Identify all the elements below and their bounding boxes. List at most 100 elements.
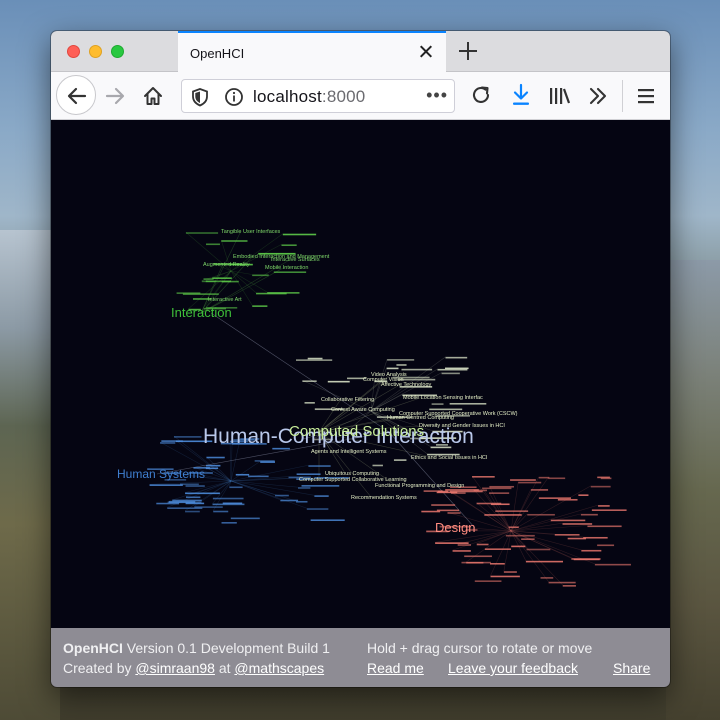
cluster-mark-human-systems — [235, 473, 250, 476]
graph-small-label[interactable]: Human Centred Computing — [387, 415, 454, 421]
graph-small-label[interactable]: Recommendation Systems — [351, 495, 417, 501]
graph-small-label[interactable]: Mobile Interaction — [265, 265, 308, 271]
cluster-mark-design — [511, 545, 526, 548]
forward-arrow-icon[interactable] — [104, 85, 126, 107]
browser-window: OpenHCI localhost:8000 ••• Video Analysi… — [51, 31, 670, 687]
cluster-mark-design — [473, 489, 488, 492]
cluster-mark-interaction — [252, 305, 268, 307]
cluster-mark-human-systems — [149, 484, 183, 486]
share-link[interactable]: Share — [613, 660, 650, 676]
graph-node-label[interactable]: Computed Solutions — [289, 423, 424, 440]
cluster-mark-human-systems — [280, 499, 299, 502]
library-icon[interactable] — [548, 85, 572, 107]
cluster-mark-interaction — [201, 280, 216, 283]
cluster-mark-design — [580, 513, 598, 516]
knowledge-graph[interactable]: Video AnalysisComputer VisionAffective T… — [51, 121, 670, 628]
graph-small-label[interactable]: Context Aware Computing — [331, 407, 395, 413]
home-icon[interactable] — [142, 85, 164, 107]
cluster-mark-design — [495, 510, 529, 512]
cluster-mark-human-systems — [306, 508, 329, 510]
graph-small-labels: Video AnalysisComputer VisionAffective T… — [147, 229, 631, 587]
download-icon[interactable] — [510, 83, 532, 107]
cluster-mark-design — [578, 494, 589, 496]
graph-small-label[interactable]: Functional Programming and Design — [375, 483, 464, 489]
shield-icon[interactable] — [191, 87, 209, 107]
menu-icon[interactable] — [636, 86, 656, 106]
reload-icon[interactable] — [470, 84, 492, 106]
page-actions-more-button[interactable]: ••• — [426, 85, 448, 106]
readme-link[interactable]: Read me — [367, 660, 424, 676]
cluster-mark-human-systems — [213, 510, 229, 513]
cluster-mark-design — [508, 526, 519, 529]
cluster-mark-human-systems — [221, 522, 237, 524]
graph-small-label[interactable]: Agents and Intelligent Systems — [311, 449, 387, 455]
cluster-mark-design — [562, 523, 593, 525]
cluster-mark-design — [464, 555, 492, 558]
graph-canvas[interactable]: Video Analysis Computer Vision Affective T… — [51, 121, 670, 628]
footer-bar: OpenHCI Version 0.1 Development Build 1 … — [51, 628, 670, 687]
graph-edge — [212, 480, 232, 511]
graph-edge — [210, 312, 390, 433]
address-bar[interactable]: localhost:8000 ••• — [181, 79, 455, 113]
graph-small-label[interactable]: Collaborative Filtering — [321, 397, 374, 403]
info-icon[interactable] — [224, 87, 244, 107]
cluster-mark-design — [526, 548, 551, 551]
cluster-mark-design — [518, 481, 542, 484]
cluster-mark-design — [490, 503, 510, 506]
window-close-button[interactable] — [67, 45, 80, 58]
graph-small-label[interactable]: Ethics and Social Issues in HCI — [411, 455, 488, 461]
back-button[interactable] — [56, 75, 96, 115]
graph-node-label[interactable]: Interaction — [171, 305, 232, 320]
cluster-mark-design — [548, 477, 566, 480]
cluster-mark-computed — [449, 402, 487, 405]
browser-tab[interactable]: OpenHCI — [178, 31, 446, 72]
cluster-mark-design — [510, 479, 536, 481]
new-tab-plus-icon[interactable] — [455, 38, 481, 64]
cluster-mark-human-systems — [298, 487, 311, 489]
cluster-mark-computed — [441, 372, 460, 375]
graph-small-label[interactable]: Augmented Reality — [203, 262, 250, 268]
cluster-mark-design — [538, 497, 571, 499]
cluster-mark-design — [489, 492, 510, 494]
cluster-mark-design — [591, 509, 627, 511]
cluster-mark-interaction — [212, 277, 232, 279]
graph-node-label[interactable]: Human Systems — [117, 467, 205, 481]
cluster-mark-human-systems — [308, 465, 331, 467]
feedback-link[interactable]: Leave your feedback — [448, 660, 578, 676]
url-text[interactable]: localhost:8000 — [253, 87, 365, 107]
cluster-mark-design — [457, 544, 472, 546]
cluster-mark-computed — [372, 464, 383, 467]
navigation-toolbar: localhost:8000 ••• — [51, 72, 670, 120]
cluster-mark-human-systems — [230, 517, 260, 520]
graph-small-label[interactable]: Interactive Art — [208, 297, 242, 303]
footer-line-1: OpenHCI Version 0.1 Development Build 1 — [63, 640, 330, 656]
cluster-mark-computed — [387, 359, 415, 361]
cluster-mark-human-systems — [296, 473, 321, 476]
overflow-chevrons-icon[interactable] — [587, 85, 609, 107]
cluster-mark-interaction — [206, 243, 220, 246]
cluster-mark-design — [567, 537, 586, 540]
window-minimize-button[interactable] — [89, 45, 102, 58]
graph-edge — [466, 530, 512, 563]
window-maximize-button[interactable] — [111, 45, 124, 58]
at-text: at — [218, 660, 231, 676]
graph-small-label[interactable]: Tangible User Interfaces — [221, 229, 281, 235]
cluster-mark-computed — [327, 380, 350, 383]
graph-small-label[interactable]: Affective Technology — [381, 382, 431, 388]
url-host: localhost — [253, 87, 322, 106]
cluster-mark-design — [490, 575, 520, 578]
org-link[interactable]: @mathscapes — [234, 660, 324, 676]
graph-small-label[interactable]: Mobile Location Sensing Interfac — [403, 395, 483, 401]
cluster-mark-human-systems — [212, 497, 244, 500]
author-link[interactable]: @simraan98 — [135, 660, 215, 676]
cluster-mark-human-systems — [272, 447, 290, 450]
cluster-mark-human-systems — [212, 503, 245, 506]
cluster-mark-design — [548, 581, 576, 584]
graph-node-label[interactable]: Design — [435, 520, 475, 535]
back-arrow-icon — [67, 87, 87, 105]
graph-edge — [503, 530, 512, 572]
footer-line-2: Created by @simraan98 at @mathscapes — [63, 660, 324, 676]
cluster-mark-computed — [437, 368, 468, 371]
tab-close-icon[interactable] — [416, 41, 436, 63]
graph-small-label[interactable]: Interactive Surfaces — [271, 257, 320, 263]
